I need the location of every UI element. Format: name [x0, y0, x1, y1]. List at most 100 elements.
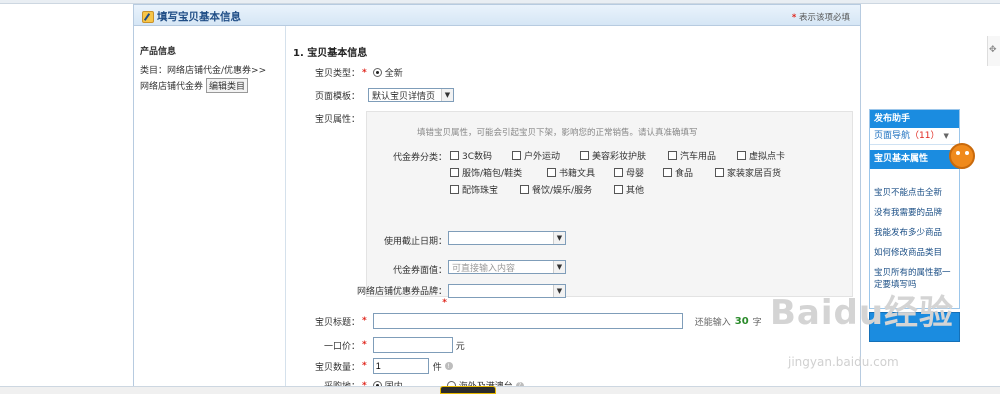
product-info-label: 产品信息 [140, 47, 177, 57]
checkbox[interactable] [580, 151, 589, 160]
checkbox-label: 书籍文具 [559, 169, 596, 179]
chevron-down-icon: ▼ [441, 89, 453, 101]
edit-category-button[interactable]: 编辑类目 [206, 78, 249, 93]
template-row: 页面模板： 默认宝贝详情页 ▼ [303, 88, 454, 102]
expire-date-label: 使用截止日期： [383, 237, 447, 247]
quantity-required: * [362, 361, 367, 371]
category-leaf: 网络店铺代金券 编辑类目 [140, 78, 249, 93]
type-row: 宝贝类型： * 全新 [303, 66, 403, 80]
checkbox-item[interactable]: 3C数码 [450, 149, 492, 162]
checkbox-label: 食品 [675, 169, 694, 179]
price-label: 一口价： [323, 341, 360, 352]
page-nav-count: （11） [910, 130, 940, 141]
checkbox-item[interactable]: 户外运动 [512, 149, 560, 162]
title-hint-prefix: 还能输入 [694, 317, 731, 328]
attr-row: 宝贝属性： [303, 112, 360, 125]
assistant-link[interactable]: 我能发布多少商品 [874, 227, 955, 239]
chevron-down-icon: ▼ [553, 232, 565, 244]
checkbox[interactable] [614, 185, 623, 194]
assistant-link[interactable]: 没有我需要的品牌 [874, 207, 955, 219]
title-hint-count: 30 [734, 315, 749, 327]
form-panel: 填写宝贝基本信息 * 表示该项必填 产品信息 类目：网络店铺代金/优惠券>> 网… [133, 4, 861, 392]
side-tab[interactable] [987, 36, 1000, 66]
assistant-link[interactable]: 宝贝不能点击全新 [874, 187, 955, 199]
category-path: 类目：网络店铺代金/优惠券>> [140, 66, 267, 76]
quantity-input[interactable] [372, 358, 429, 374]
page-nav-label: 页面导航 [874, 130, 911, 141]
checkbox-item[interactable]: 母婴 [614, 166, 644, 179]
checkbox[interactable] [547, 168, 556, 177]
brand-label: 网络店铺优惠券品牌：* [357, 287, 447, 309]
checkbox[interactable] [512, 151, 521, 160]
checkbox-label: 虚拟点卡 [749, 152, 786, 162]
checkbox-item[interactable]: 服饰/箱包/鞋类 [450, 166, 522, 179]
baidu-watermark: Baidu经验 [770, 293, 955, 333]
type-label: 宝贝类型： [314, 69, 360, 79]
template-select[interactable]: 默认宝贝详情页 ▼ [368, 88, 454, 102]
price-input[interactable] [372, 337, 453, 353]
checkbox-label: 餐饮/娱乐/服务 [532, 186, 593, 196]
baidu-watermark-url: jingyan.baidu.com [788, 355, 899, 369]
template-label: 页面模板： [314, 91, 360, 102]
panel-header: 填写宝贝基本信息 * 表示该项必填 [134, 5, 860, 26]
panel-title: 填写宝贝基本信息 [142, 9, 241, 24]
checkbox[interactable] [520, 185, 529, 194]
checkbox[interactable] [450, 168, 459, 177]
quantity-unit: 件 [432, 362, 442, 373]
chevron-down-icon: ▼ [553, 285, 565, 297]
checkbox-label: 其他 [626, 186, 645, 196]
assistant-section-title: 宝贝基本属性 [870, 150, 959, 169]
title-required: * [362, 316, 367, 326]
checkbox-item[interactable]: 书籍文具 [547, 166, 595, 179]
help-icon[interactable]: ! [444, 362, 453, 370]
checkbox[interactable] [450, 151, 459, 160]
attributes-box: 填错宝贝属性，可能会引起宝贝下架，影响您的正常销售。请认真准确填写 代金券分类：… [357, 111, 853, 308]
template-select-value: 默认宝贝详情页 [372, 91, 436, 102]
bottom-bar [0, 386, 1000, 394]
checkbox-label: 配饰珠宝 [462, 186, 499, 196]
checkbox[interactable] [663, 168, 672, 177]
checkbox[interactable] [715, 168, 724, 177]
checkbox-label: 母婴 [626, 169, 645, 179]
price-row: 一口价： * 元 [303, 337, 465, 353]
title-hint-suffix: 字 [752, 317, 762, 328]
checkbox-item[interactable]: 汽车用品 [668, 149, 716, 162]
checkbox-label: 户外运动 [524, 152, 561, 162]
checkbox-label: 服饰/箱包/鞋类 [462, 169, 523, 179]
brand-required: * [442, 298, 447, 308]
checkbox[interactable] [450, 185, 459, 194]
checkbox[interactable] [668, 151, 677, 160]
price-unit: 元 [455, 341, 465, 352]
checkbox-item[interactable]: 其他 [614, 183, 644, 196]
brand-select[interactable]: ▼ [448, 284, 566, 298]
checkbox-item[interactable]: 家装家居百货 [715, 166, 781, 179]
checkbox[interactable] [737, 151, 746, 160]
face-value-combobox[interactable]: 可直接输入内容 ▼ [448, 260, 566, 274]
required-star: * [791, 13, 797, 23]
bottom-badge [440, 386, 496, 394]
checkbox-item[interactable]: 餐饮/娱乐/服务 [520, 183, 592, 196]
title-input[interactable] [372, 313, 683, 329]
panel-title-text: 填写宝贝基本信息 [157, 11, 241, 23]
pen-icon [142, 10, 154, 23]
face-value-placeholder: 可直接输入内容 [452, 263, 516, 274]
quantity-label: 宝贝数量： [314, 362, 360, 373]
checkbox-label: 美容彩妆护肤 [592, 152, 647, 162]
face-value-label: 代金券面值： [392, 266, 447, 276]
product-info-column: 产品信息 类目：网络店铺代金/优惠券>> 网络店铺代金券 编辑类目 [134, 26, 286, 387]
checkbox-item[interactable]: 虚拟点卡 [737, 149, 785, 162]
attributes-tip: 填错宝贝属性，可能会引起宝贝下架，影响您的正常销售。请认真准确填写 [417, 128, 698, 138]
assistant-link[interactable]: 如何修改商品类目 [874, 247, 955, 259]
checkbox[interactable] [614, 168, 623, 177]
new-radio[interactable] [372, 68, 382, 77]
page-nav-dropdown[interactable]: 页面导航 （11） ▼ [870, 128, 959, 145]
checkbox-item[interactable]: 配饰珠宝 [450, 183, 498, 196]
required-note-text: 表示该项必填 [798, 13, 850, 23]
title-row: 宝贝标题： * 还能输入 30 字 [303, 313, 762, 329]
chevron-down-icon: ▼ [943, 131, 949, 140]
coupon-category-label: 代金券分类： [392, 153, 447, 163]
expire-date-select[interactable]: ▼ [448, 231, 566, 245]
checkbox-item[interactable]: 食品 [663, 166, 693, 179]
checkbox-item[interactable]: 美容彩妆护肤 [580, 149, 646, 162]
assistant-links: 宝贝不能点击全新 没有我需要的品牌 我能发布多少商品 如何修改商品类目 宝贝所有… [870, 169, 959, 291]
